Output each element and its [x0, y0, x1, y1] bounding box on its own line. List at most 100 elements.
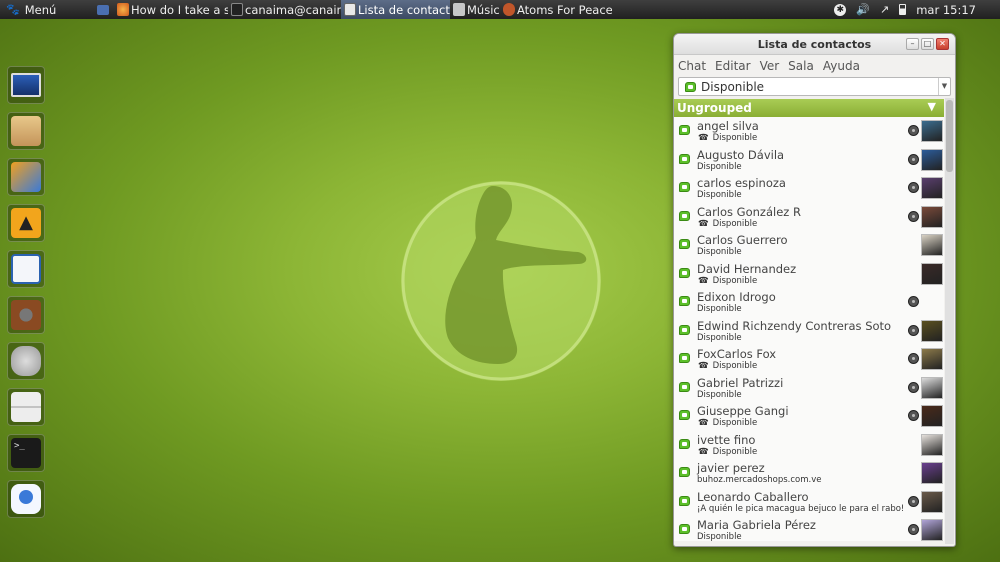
window-titlebar[interactable]: Lista de contactos – □ ✕	[674, 34, 955, 55]
contact-row[interactable]: carlos espinoza Disponible	[674, 174, 944, 203]
app-menu-button[interactable]: 🐾 Menú	[0, 0, 92, 19]
contact-row[interactable]: Giuseppe Gangi ☎ Disponible	[674, 402, 944, 431]
volume-button[interactable]: 🔊	[851, 0, 875, 19]
launcher-home-folder[interactable]	[7, 112, 45, 150]
contact-row[interactable]: David Hernandez ☎ Disponible	[674, 260, 944, 289]
chat-bubble-icon	[11, 484, 41, 514]
desktop-wallpaper-logo	[401, 181, 601, 381]
contact-name: javier perez	[697, 461, 765, 475]
contact-status-text: Disponible	[697, 389, 742, 400]
menu-edit[interactable]: Editar	[715, 59, 751, 73]
group-header[interactable]: Ungrouped ▼	[674, 99, 944, 117]
available-presence-icon	[679, 495, 690, 506]
launcher-writer-document[interactable]	[7, 250, 45, 288]
contact-row[interactable]: Maria Gabriela Pérez Disponible	[674, 516, 944, 541]
contact-name: angel silva	[697, 119, 759, 133]
contact-status: Disponible	[697, 532, 742, 541]
maximize-button[interactable]: □	[921, 38, 934, 50]
contact-status: ☎ Disponible	[697, 447, 757, 457]
contact-name: Gabriel Patrizzi	[697, 375, 784, 390]
scrollbar[interactable]	[945, 98, 954, 544]
volume-icon: 🔊	[856, 3, 870, 16]
menu-label: Menú	[24, 2, 57, 17]
available-presence-icon	[685, 81, 696, 92]
menu-chat[interactable]: Chat	[678, 59, 706, 73]
contact-row[interactable]: Gabriel Patrizzi Disponible	[674, 374, 944, 403]
contact-row[interactable]: Edixon Idrogo Disponible	[674, 288, 944, 317]
contact-status: ☎ Disponible	[697, 133, 757, 143]
task-item-terminal[interactable]: canaima@canaim...	[228, 0, 341, 19]
launcher-display-settings[interactable]	[7, 66, 45, 104]
avatar	[921, 262, 943, 285]
phone-icon: ☎	[698, 418, 709, 428]
contact-row[interactable]: FoxCarlos Fox ☎ Disponible	[674, 345, 944, 374]
contact-status-text: Disponible	[712, 361, 758, 371]
avatar	[921, 376, 943, 399]
launcher-terminal[interactable]: >_	[7, 434, 45, 472]
contact-status: Disponible	[697, 390, 742, 400]
task-item-music[interactable]: Música	[450, 0, 500, 19]
minimize-button[interactable]: –	[906, 38, 919, 50]
battery-button[interactable]	[894, 0, 911, 19]
avatar	[921, 205, 943, 228]
window-controls: – □ ✕	[904, 38, 949, 50]
menu-room[interactable]: Sala	[788, 59, 814, 73]
launcher-dock: ▲ >_	[7, 66, 45, 526]
music-icon	[453, 3, 465, 16]
network-icon: ↗	[880, 3, 890, 16]
contact-status-text: Disponible	[697, 332, 742, 343]
show-desktop-button[interactable]	[92, 0, 114, 19]
phone-icon: ☎	[698, 275, 709, 286]
launcher-trash[interactable]	[7, 342, 45, 380]
contact-status: Disponible	[697, 304, 742, 314]
contact-row[interactable]: Carlos Guerrero Disponible	[674, 231, 944, 260]
contact-name: Giuseppe Gangi	[697, 404, 789, 418]
contact-list: angel silva ☎ Disponible Augusto Dávila Disp…	[674, 117, 944, 541]
task-item-firefox[interactable]: How do I take a s...	[114, 0, 228, 19]
contact-row[interactable]: javier perez buhoz.mercadoshops.com.ve	[674, 459, 944, 488]
scrollbar-thumb[interactable]	[946, 100, 953, 172]
task-item-music-player[interactable]: Atoms For Peace...	[500, 0, 612, 19]
contact-status-text: Disponible	[712, 275, 758, 286]
clock[interactable]: mar 15:17	[911, 0, 1000, 19]
available-presence-icon	[679, 153, 690, 164]
launcher-filing-cabinet[interactable]	[7, 388, 45, 426]
contact-row[interactable]: ivette fino ☎ Disponible	[674, 431, 944, 460]
avatar	[921, 519, 943, 541]
trash-icon	[11, 346, 41, 376]
contact-row[interactable]: Edwind Richzendy Contreras Soto Disponibl…	[674, 317, 944, 346]
contact-row[interactable]: Augusto Dávila Disponible	[674, 146, 944, 175]
launcher-twitter-client[interactable]: ▲	[7, 204, 45, 242]
presence-selector[interactable]: Disponible ▼	[678, 77, 951, 96]
contact-row[interactable]: Carlos González R ☎ Disponible	[674, 203, 944, 232]
available-presence-icon	[679, 438, 690, 449]
available-presence-icon	[679, 239, 690, 249]
close-button[interactable]: ✕	[936, 38, 949, 50]
launcher-music-speaker[interactable]	[7, 296, 45, 334]
group-label: Ungrouped	[677, 101, 752, 115]
contact-list-window: Lista de contactos – □ ✕ Chat Editar Ver…	[673, 33, 956, 547]
menu-help[interactable]: Ayuda	[823, 59, 860, 73]
launcher-file-manager[interactable]	[7, 158, 45, 196]
contact-status-text: Disponible	[712, 218, 758, 229]
contact-row[interactable]: angel silva ☎ Disponible	[674, 117, 944, 146]
contact-name: Carlos González R	[697, 204, 801, 219]
avatar	[921, 177, 943, 199]
task-label: How do I take a s...	[131, 2, 228, 17]
webcam-icon	[908, 410, 919, 421]
accessibility-button[interactable]: ✱	[829, 0, 851, 19]
menu-view[interactable]: Ver	[760, 59, 780, 73]
filing-cabinet-icon	[11, 392, 41, 422]
firefox-icon	[117, 3, 129, 16]
network-button[interactable]: ↗	[875, 0, 894, 19]
task-item-contact-list[interactable]: Lista de contactos	[341, 0, 450, 19]
chevron-down-icon: ▼	[938, 78, 950, 95]
contact-status-text: Disponible	[712, 133, 758, 143]
contact-row[interactable]: Leonardo Caballero ¡A quién le pica macag…	[674, 488, 944, 517]
launcher-messenger[interactable]	[7, 480, 45, 518]
contact-status-text: Disponible	[712, 446, 758, 457]
available-presence-icon	[679, 125, 690, 135]
presence-label: Disponible	[701, 79, 765, 94]
maximize-icon: □	[923, 39, 932, 48]
menu-bar: Chat Editar Ver Sala Ayuda	[674, 55, 955, 77]
